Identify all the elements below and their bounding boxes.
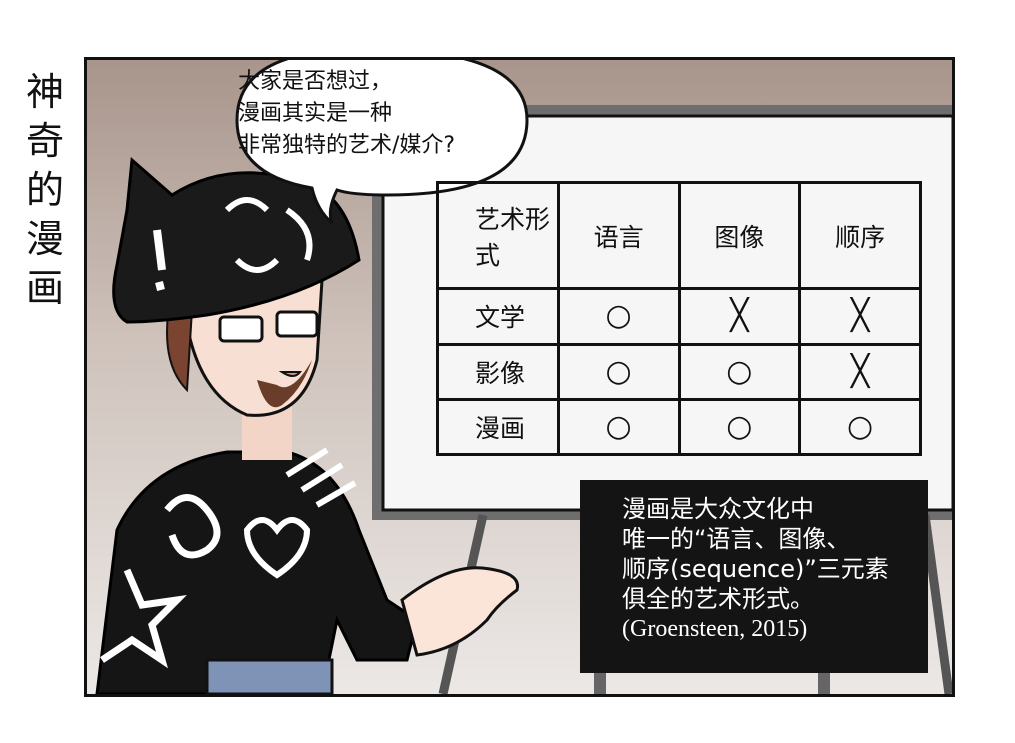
circle-mark: ○ <box>556 397 681 457</box>
speech-bubble-text: 大家是否想过， 漫画其实是一种 非常独特的艺术/媒介? <box>238 66 538 162</box>
table-header-row: 艺术形式 语言 图像 顺序 <box>436 180 922 291</box>
speech-line: 漫画其实是一种 <box>238 101 393 126</box>
easel-leg-right <box>920 514 952 694</box>
cross-mark: ╳ <box>798 342 922 401</box>
character-hand <box>400 566 520 657</box>
table-header-language: 语言 <box>556 180 681 291</box>
table-row: 漫画 ○ ○ ○ <box>436 397 922 457</box>
side-title: 神奇的漫画 <box>25 70 64 310</box>
glasses-right <box>275 310 319 338</box>
circle-mark: ○ <box>677 397 802 457</box>
comparison-table: 艺术形式 语言 图像 顺序 文学 ○ ╳ ╳ 影像 ○ ○ ╳ 漫画 ○ ○ ○ <box>436 180 922 457</box>
circle-mark: ○ <box>556 342 681 401</box>
circle-mark: ○ <box>798 397 922 457</box>
table-header-art-form: 艺术形式 <box>436 180 560 291</box>
caption-box: 漫画是大众文化中 唯一的“语言、图像、 顺序(sequence)”三元素 俱全的… <box>580 480 928 673</box>
circle-mark: ○ <box>677 342 802 401</box>
table-header-sequence: 顺序 <box>798 180 922 291</box>
caption-citation: (Groensteen, 2015) <box>622 616 808 642</box>
cross-mark: ╳ <box>677 287 802 346</box>
table-row: 影像 ○ ○ ╳ <box>436 342 922 401</box>
circle-mark: ○ <box>556 287 681 346</box>
cross-mark: ╳ <box>798 287 922 346</box>
caption-line: 漫画是大众文化中 <box>622 495 814 523</box>
caption-line: 唯一的“语言、图像、 <box>622 525 851 553</box>
caption-line: 俱全的艺术形式。 <box>622 585 814 613</box>
row-label-literature: 文学 <box>436 287 560 346</box>
speech-line: 非常独特的艺术/媒介? <box>238 133 456 158</box>
character-sweater <box>95 450 419 694</box>
row-label-film: 影像 <box>436 342 560 401</box>
row-label-comics: 漫画 <box>436 397 560 457</box>
glasses-left <box>218 315 264 343</box>
caption-line: 顺序(sequence)”三元素 <box>622 555 889 583</box>
speech-line: 大家是否想过， <box>238 69 393 94</box>
table-row: 文学 ○ ╳ ╳ <box>436 287 922 346</box>
table-header-image: 图像 <box>677 180 802 291</box>
character-jeans <box>205 658 334 694</box>
